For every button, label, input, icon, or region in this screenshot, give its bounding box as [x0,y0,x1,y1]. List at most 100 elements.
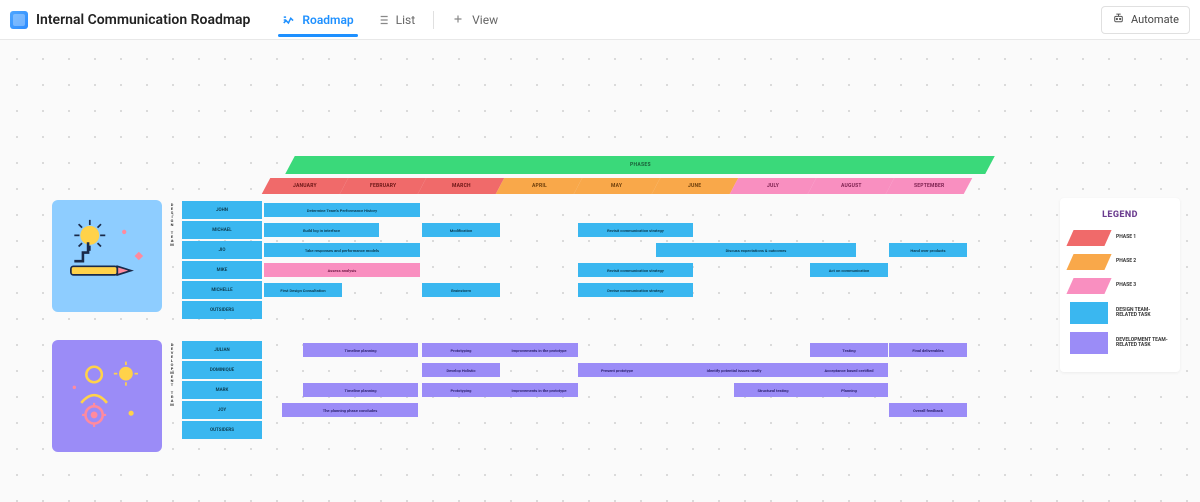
timeline-track[interactable]: The planning phase concludes Overall feed… [264,401,968,419]
legend-card: LEGEND PHASE 1PHASE 2PHASE 3DESIGN TEAM-… [1060,198,1180,372]
timeline-row: MARK Timeline planning PrototypingImprovem… [182,380,968,400]
timeline-track[interactable]: Timeline planning PrototypingImprovements… [264,381,968,399]
month-label: AUGUST [841,183,862,189]
robot-icon [1112,12,1125,28]
month-label: JULY [767,183,779,189]
task-bar[interactable]: Improvements in the prototype [500,383,578,397]
timeline-row: JIOTake responses and performance models… [182,240,968,260]
view-tabs: Roadmap List View [272,5,508,35]
timeline-row: JOHNDetermine Team's Performance History [182,200,968,220]
timeline-track[interactable]: Develop Holistic Present prototypeIdentif… [264,361,968,379]
legend-label: DESIGN TEAM-RELATED TASK [1116,308,1170,319]
design-team-label: DESIGN TEAM [166,200,178,320]
task-bar[interactable]: Determine Team's Performance History [264,203,420,217]
tab-list[interactable]: List [366,5,426,35]
timeline-row: MIKEAssess analysis Revisit communication… [182,260,968,280]
assignee-cell[interactable]: OUTSIDERS [182,301,262,319]
task-bar[interactable]: Timeline planning [303,343,418,357]
task-bar[interactable]: Improvements in the prototype [500,343,578,357]
task-bar[interactable]: Final deliverables [889,343,967,357]
task-bar[interactable]: Overall feedback [889,403,967,417]
task-bar[interactable]: Build log in interface [264,223,379,237]
task-bar[interactable]: Hand over products [889,243,967,257]
timeline-track[interactable]: First Design Consultation Brainstorm Devis… [264,281,968,299]
month-june: JUNE [652,178,739,194]
month-label: JANUARY [293,183,317,189]
tab-add-view[interactable]: View [442,5,508,35]
dev-rows: JULIANTimeline planningPrototypingImprov… [182,340,968,452]
roadmap-icon [282,13,296,27]
task-bar[interactable]: Devise communication strategy [578,283,693,297]
assignee-cell[interactable]: MICHELLE [182,281,262,299]
timeline-row: DOMINIQUE Develop Holistic Present prototy… [182,360,968,380]
divider [433,11,434,29]
task-bar[interactable]: Revisit communication strategy [578,263,693,277]
timeline-track[interactable] [264,421,968,439]
development-team-illustration [52,340,162,452]
task-bar[interactable]: Brainstorm [422,283,500,297]
task-bar[interactable]: Develop Holistic [422,363,500,377]
automate-label: Automate [1131,13,1179,26]
task-bar[interactable]: Testing [810,343,888,357]
month-label: APRIL [532,183,547,189]
assignee-cell[interactable]: JIO [182,241,262,259]
month-label: MAY [611,183,622,189]
timeline-track[interactable]: Determine Team's Performance History [264,201,968,219]
assignee-cell[interactable]: OUTSIDERS [182,421,262,439]
task-bar[interactable]: The planning phase concludes [282,403,418,417]
month-january: JANUARY [262,178,349,194]
task-bar[interactable]: Prototyping [422,343,500,357]
month-may: MAY [574,178,661,194]
legend-row: DESIGN TEAM-RELATED TASK [1070,302,1170,324]
tab-roadmap-label: Roadmap [302,13,353,27]
task-bar[interactable]: Discuss expectations & outcomes [656,243,856,257]
month-august: AUGUST [808,178,895,194]
month-september: SEPTEMBER [886,178,973,194]
task-bar[interactable]: Assess analysis [264,263,420,277]
tab-view-label: View [472,13,498,27]
app-header: Internal Communication Roadmap Roadmap L… [0,0,1200,40]
month-label: FEBRUARY [370,183,396,189]
task-bar[interactable]: Prototyping [422,383,500,397]
section-development: DEVELOPMENT TEAM JULIANTimeline planning… [52,340,968,452]
task-bar[interactable]: Acceptance based certified [810,363,888,377]
timeline-track[interactable]: Take responses and performance models Dis… [264,241,968,259]
task-bar[interactable]: Present prototype [578,363,656,377]
assignee-cell[interactable]: JOY [182,401,262,419]
timeline-row: OUTSIDERS [182,420,968,440]
task-bar[interactable]: Take responses and performance models [264,243,420,257]
task-bar[interactable]: Timeline planning [303,383,418,397]
tab-roadmap[interactable]: Roadmap [272,5,363,35]
canvas[interactable]: PHASES JANUARY FEBRUARY MARCH APRIL MAY JUNE J… [0,40,1200,502]
tab-list-label: List [396,13,416,27]
timeline-track[interactable] [264,301,968,319]
assignee-cell[interactable]: MIKE [182,261,262,279]
legend-swatch [1066,230,1111,246]
task-bar[interactable]: First Design Consultation [264,283,342,297]
assignee-cell[interactable]: MARK [182,381,262,399]
task-bar[interactable]: Structural testing [734,383,812,397]
legend-row: DEVELOPMENT TEAM-RELATED TASK [1070,332,1170,354]
legend-label: PHASE 2 [1116,259,1170,265]
timeline-track[interactable]: Timeline planning PrototypingImprovements… [264,341,968,359]
automate-button[interactable]: Automate [1101,6,1190,34]
month-label: MARCH [452,183,471,189]
timeline-track[interactable]: Build log in interface Modification Revisi… [264,221,968,239]
task-bar[interactable]: Modification [422,223,500,237]
phases-bar: PHASES [285,156,995,174]
legend-swatch [1070,302,1108,324]
legend-title: LEGEND [1070,210,1170,220]
task-bar[interactable]: Act on communication [810,263,888,277]
timeline-track[interactable]: Assess analysis Revisit communication str… [264,261,968,279]
legend-row: PHASE 2 [1070,254,1170,270]
task-bar[interactable]: Identify potential issues neatly [656,363,812,377]
timeline-row: MICHELLEFirst Design Consultation Brainst… [182,280,968,300]
timeline-row: JULIAN Timeline planning PrototypingImprov… [182,340,968,360]
assignee-cell[interactable]: MICHAEL [182,221,262,239]
assignee-cell[interactable]: JULIAN [182,341,262,359]
task-bar[interactable]: Planning [810,383,888,397]
assignee-cell[interactable]: JOHN [182,201,262,219]
task-bar[interactable]: Revisit communication strategy [578,223,693,237]
development-team-label: DEVELOPMENT TEAM [166,340,178,452]
assignee-cell[interactable]: DOMINIQUE [182,361,262,379]
